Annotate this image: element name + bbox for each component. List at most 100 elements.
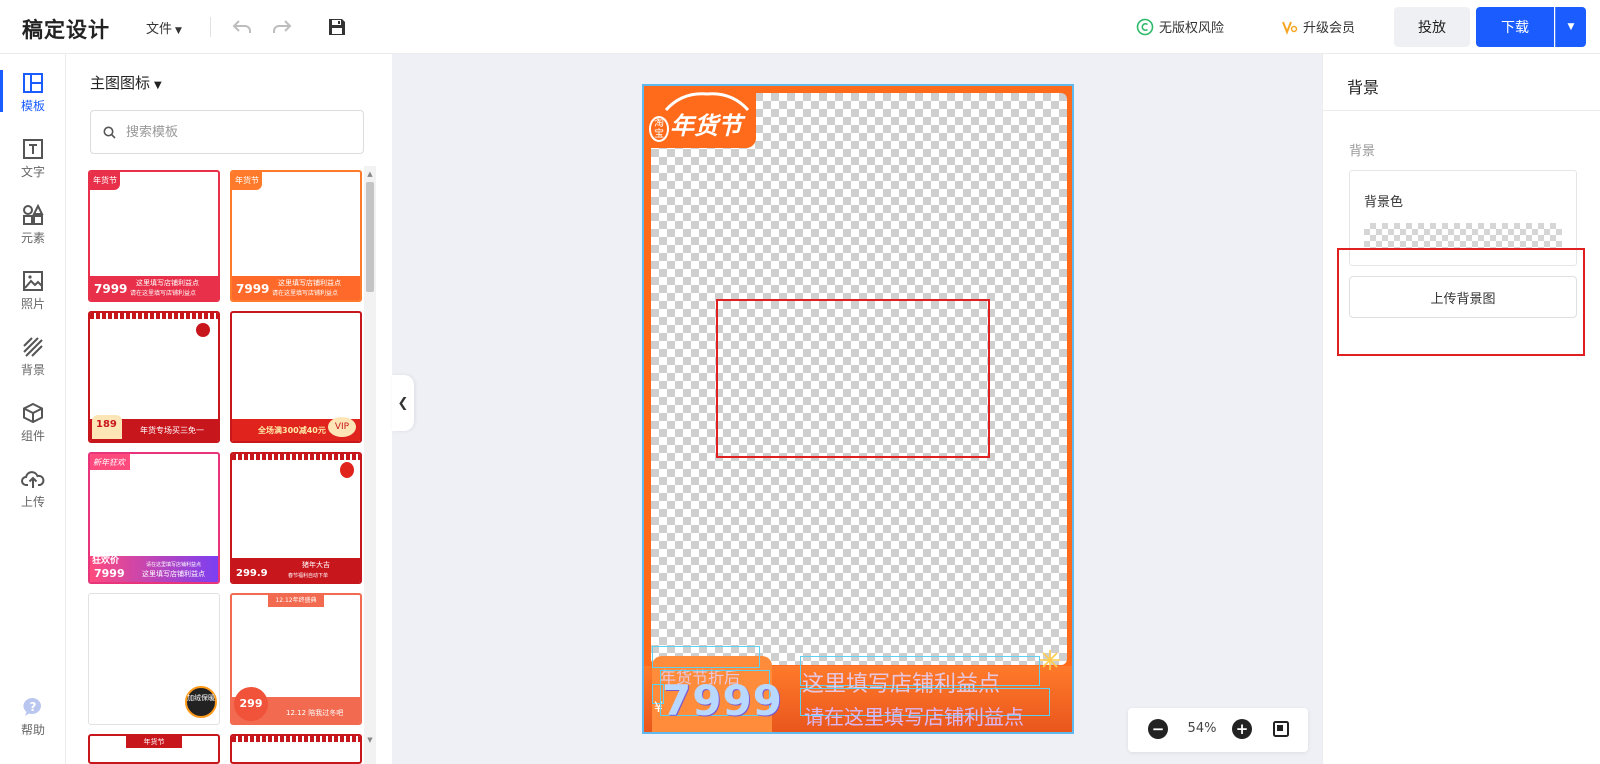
rail-item-upload[interactable]: 上传: [0, 468, 66, 528]
zoom-out-button[interactable]: −: [1148, 719, 1168, 739]
file-menu[interactable]: 文件 ▼: [146, 18, 182, 37]
thumb-line2: 春节福利自动下单: [288, 573, 329, 579]
scroll-up-arrow[interactable]: ▲: [364, 168, 376, 180]
vip-label: 升级会员: [1303, 21, 1356, 36]
publish-button[interactable]: 投放: [1394, 7, 1470, 47]
minus-icon: −: [1151, 719, 1165, 738]
section-label: 背景: [1349, 144, 1376, 159]
scrollbar-thumb[interactable]: [366, 182, 374, 292]
search-input[interactable]: [126, 124, 346, 140]
zoom-in-button[interactable]: +: [1232, 719, 1252, 739]
thumb-line1: 这里填写店铺利益点: [278, 279, 341, 287]
copyright-icon: [1136, 18, 1154, 35]
highlight-box: [1337, 248, 1585, 356]
template-search[interactable]: [90, 110, 364, 154]
rail-label: 照片: [20, 297, 45, 311]
rail-label: 文字: [20, 165, 45, 179]
template-thumb[interactable]: 189 年货专场买三免一: [88, 311, 220, 443]
template-thumb[interactable]: 299.9 猪年大吉 春节福利自动下单: [230, 452, 362, 584]
zoom-control: − 54% +: [1128, 708, 1308, 752]
thumb-border-pattern: [90, 313, 218, 319]
rail-item-component[interactable]: 组件: [0, 402, 66, 462]
save-button[interactable]: [324, 14, 350, 40]
search-icon: [103, 126, 116, 139]
template-thumb[interactable]: [230, 734, 362, 764]
rail-label: 背景: [20, 363, 45, 377]
thumb-price: 7999: [236, 282, 270, 296]
template-thumb[interactable]: 年货节 7999 这里填写店铺利益点 请在这里填写店铺利益点: [230, 170, 362, 302]
collapse-panel-button[interactable]: ❮: [392, 375, 414, 431]
thumb-line1: 12.12 陪我过冬吧: [286, 709, 344, 717]
price-number[interactable]: 7999: [662, 676, 783, 725]
template-panel: 主图图标▼ 年货节 7999 这里填写店铺利益点 请在这里填写店铺利益点 年货节…: [66, 54, 392, 764]
scroll-down-arrow[interactable]: ▼: [364, 734, 376, 746]
thumb-line2: 请在这里填写店铺利益点: [272, 290, 339, 297]
template-thumb[interactable]: 全场满300减40元 VIP: [230, 311, 362, 443]
top-bar: 稿定设计 文件 ▼ 无版权风险 升级会员 投放 下载 ▼: [0, 0, 1600, 54]
vip-icon: [1282, 21, 1298, 35]
copyright-link[interactable]: 无版权风险: [1136, 17, 1224, 36]
template-thumb[interactable]: 加绒保暖: [88, 593, 220, 725]
template-thumb[interactable]: 年货节 7999 这里填写店铺利益点 请在这里填写店铺利益点: [88, 170, 220, 302]
thumb-tag: 新年狂欢: [90, 454, 130, 470]
thumb-line1: 这里填写店铺利益点: [142, 570, 205, 578]
rail-label: 模板: [20, 99, 45, 113]
template-category-dropdown[interactable]: 主图图标 ▼: [90, 72, 162, 93]
thumb-line1: 猪年大吉: [302, 561, 330, 569]
rail-item-background[interactable]: 背景: [0, 336, 66, 396]
template-icon: [23, 73, 43, 93]
background-icon: [23, 337, 43, 357]
benefit-subline[interactable]: 请在这里填写店铺利益点: [804, 701, 1024, 730]
thumb-price: 299: [234, 687, 268, 721]
rail-label: 上传: [20, 495, 45, 509]
thumb-price: 189: [92, 415, 122, 439]
download-options-button[interactable]: ▼: [1555, 7, 1586, 47]
background-color-label: 背景色: [1364, 195, 1404, 210]
file-menu-label: 文件: [146, 22, 173, 37]
thumb-price: 7999: [94, 282, 128, 296]
thumb-border-pattern: [232, 736, 360, 742]
background-color-swatch[interactable]: [1364, 223, 1562, 249]
thumb-label: 狂欢价: [92, 556, 120, 566]
thumb-line1: 这里填写店铺利益点: [136, 279, 199, 287]
fit-screen-button[interactable]: [1272, 720, 1290, 742]
text-icon: [23, 139, 43, 159]
caret-down-icon: ▼: [1567, 22, 1575, 32]
help-icon: ?: [23, 697, 41, 716]
template-thumb[interactable]: 新年狂欢 狂欢价 7999 请在这里填写店铺利益点 这里填写店铺利益点: [88, 452, 220, 584]
component-icon: [23, 402, 43, 424]
caret-down-icon: ▼: [154, 80, 162, 91]
copyright-label: 无版权风险: [1159, 21, 1225, 36]
rail-item-elements[interactable]: 元素: [0, 204, 66, 264]
rail-item-template[interactable]: 模板: [0, 72, 66, 132]
fit-screen-icon: [1273, 721, 1289, 737]
rail-label: 元素: [20, 231, 45, 245]
help-button[interactable]: ? 帮助: [0, 696, 66, 756]
vip-link[interactable]: 升级会员: [1282, 17, 1355, 36]
svg-text:?: ?: [30, 700, 37, 714]
thumb-price: 299.9: [236, 568, 268, 579]
festival-tag[interactable]: 淘宝 年货节: [644, 86, 756, 148]
undo-button[interactable]: [229, 14, 255, 40]
rail-item-photo[interactable]: 照片: [0, 270, 66, 330]
thumb-tag: 年货节: [90, 172, 120, 190]
template-thumb[interactable]: 12.12年终盛典 299 12.12 陪我过冬吧: [230, 593, 362, 725]
caret-down-icon: ▼: [175, 26, 182, 36]
template-thumb[interactable]: 年货节: [88, 734, 220, 764]
download-button[interactable]: 下载: [1476, 7, 1554, 47]
rail-label: 帮助: [20, 723, 45, 737]
photo-icon: [23, 271, 43, 291]
redo-button[interactable]: [269, 14, 295, 40]
thumb-price: 7999: [94, 567, 125, 580]
thumb-tag: 年货节: [232, 172, 262, 190]
warm-badge: 加绒保暖: [185, 686, 217, 718]
left-rail: 模板 文字 元素 照片 背景 组件 上传 ? 帮助: [0, 54, 66, 764]
thumb-line1: 年货专场买三免一: [140, 426, 204, 435]
app-logo[interactable]: 稿定设计: [22, 14, 110, 44]
thumb-line2: 请在这里填写店铺利益点: [130, 290, 197, 297]
highlight-box: [716, 299, 990, 458]
rail-item-text[interactable]: 文字: [0, 138, 66, 198]
elements-icon: [23, 204, 44, 225]
chevron-left-icon: ❮: [397, 395, 409, 411]
divider: [1323, 110, 1600, 111]
